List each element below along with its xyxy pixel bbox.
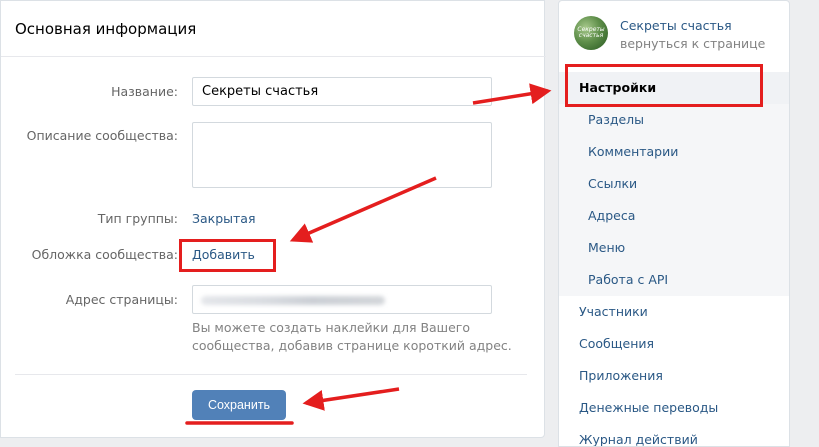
- name-label: Название:: [111, 84, 178, 99]
- sidebar-item-menu[interactable]: Меню: [559, 232, 789, 264]
- name-input[interactable]: Секреты счастья: [192, 77, 492, 106]
- sidebar-item-sections[interactable]: Разделы: [559, 104, 789, 136]
- sidebar-item-links[interactable]: Ссылки: [559, 168, 789, 200]
- sidebar-item-messages[interactable]: Сообщения: [559, 328, 789, 360]
- sidebar-item-members[interactable]: Участники: [559, 296, 789, 328]
- address-hint: Вы можете создать наклейки для Вашего со…: [192, 320, 512, 353]
- main-panel: Основная информация Название: Секреты сч…: [0, 0, 546, 438]
- form-divider: [15, 374, 527, 375]
- sidebar-item-money-transfers[interactable]: Денежные переводы: [559, 392, 789, 424]
- address-input[interactable]: [192, 285, 492, 314]
- cover-label: Обложка сообщества:: [31, 247, 178, 262]
- sidebar-item-apps[interactable]: Приложения: [559, 360, 789, 392]
- add-cover-link[interactable]: Добавить: [192, 247, 255, 262]
- back-to-page-link[interactable]: вернуться к странице: [620, 36, 765, 51]
- group-type-label: Тип группы:: [97, 211, 178, 226]
- sidebar-item-action-log[interactable]: Журнал действий: [559, 424, 789, 446]
- address-label: Адрес страницы:: [65, 292, 178, 307]
- sidebar-item-comments[interactable]: Комментарии: [559, 136, 789, 168]
- description-textarea[interactable]: [192, 122, 492, 188]
- group-type-link[interactable]: Закрытая: [192, 211, 256, 226]
- header-divider: [1, 56, 546, 57]
- save-button[interactable]: Сохранить: [192, 390, 286, 420]
- page-title: Основная информация: [15, 20, 197, 38]
- description-label: Описание сообщества:: [26, 128, 178, 143]
- avatar-text: Секреты счастья: [577, 26, 605, 39]
- settings-sidebar: Секреты счастья Секреты счастья вернутьс…: [558, 0, 790, 447]
- community-name-link[interactable]: Секреты счастья: [620, 18, 732, 33]
- sidebar-item-api[interactable]: Работа с API: [559, 264, 789, 296]
- sidebar-item-settings[interactable]: Настройки: [559, 72, 789, 104]
- blurred-address: [201, 296, 385, 305]
- sidebar-item-addresses[interactable]: Адреса: [559, 200, 789, 232]
- community-avatar[interactable]: Секреты счастья: [574, 16, 608, 50]
